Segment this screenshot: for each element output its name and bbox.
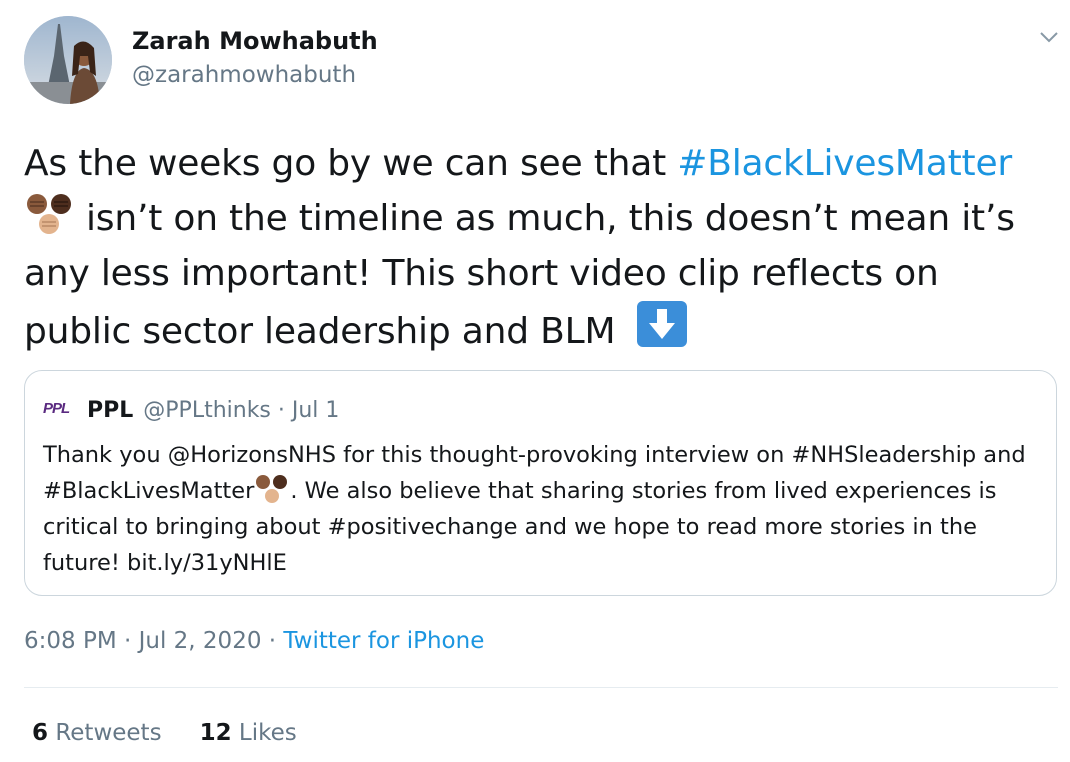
retweets-stat[interactable]: 6 Retweets	[32, 720, 162, 746]
author-handle[interactable]: @zarahmowhabuth	[132, 60, 378, 90]
tweet-stats: 6 Retweets 12 Likes	[32, 720, 335, 746]
tweet-text-part: As the weeks go by we can see that	[24, 143, 678, 184]
tweet-header: Zarah Mowhabuth @zarahmowhabuth	[24, 16, 1062, 106]
ppl-logo: PPL	[43, 400, 70, 417]
tweet-source-link[interactable]: Twitter for iPhone	[283, 628, 484, 654]
raised-fists-emoji	[254, 474, 290, 504]
raised-fists-emoji	[24, 192, 76, 236]
tweet-text: As the weeks go by we can see that #Blac…	[24, 136, 1054, 359]
tweet-timestamp[interactable]: 6:08 PM · Jul 2, 2020 ·	[24, 628, 283, 654]
retweets-label: Retweets	[48, 720, 162, 746]
tweet-meta: 6:08 PM · Jul 2, 2020 · Twitter for iPho…	[24, 628, 484, 654]
quoted-author-name: PPL	[87, 397, 134, 423]
quoted-tweet[interactable]: PPL PPL @PPLthinks · Jul 1 Thank you @Ho…	[24, 370, 1057, 596]
hashtag-link[interactable]: #BlackLivesMatter	[677, 143, 1012, 184]
avatar[interactable]	[24, 16, 112, 104]
tweet-text-part: isn’t on the timeline as much, this does…	[24, 198, 1015, 352]
retweets-count: 6	[32, 720, 49, 746]
quoted-handle-date: @PPLthinks · Jul 1	[143, 397, 340, 423]
quoted-tweet-text: Thank you @HorizonsNHS for this thought-…	[43, 437, 1033, 581]
likes-label: Likes	[231, 720, 297, 746]
author-display-name[interactable]: Zarah Mowhabuth	[132, 26, 378, 56]
divider	[24, 687, 1058, 688]
likes-count: 12	[199, 720, 232, 746]
chevron-down-icon[interactable]	[1036, 24, 1062, 50]
likes-stat[interactable]: 12 Likes	[200, 720, 297, 746]
down-arrow-emoji	[636, 301, 687, 347]
